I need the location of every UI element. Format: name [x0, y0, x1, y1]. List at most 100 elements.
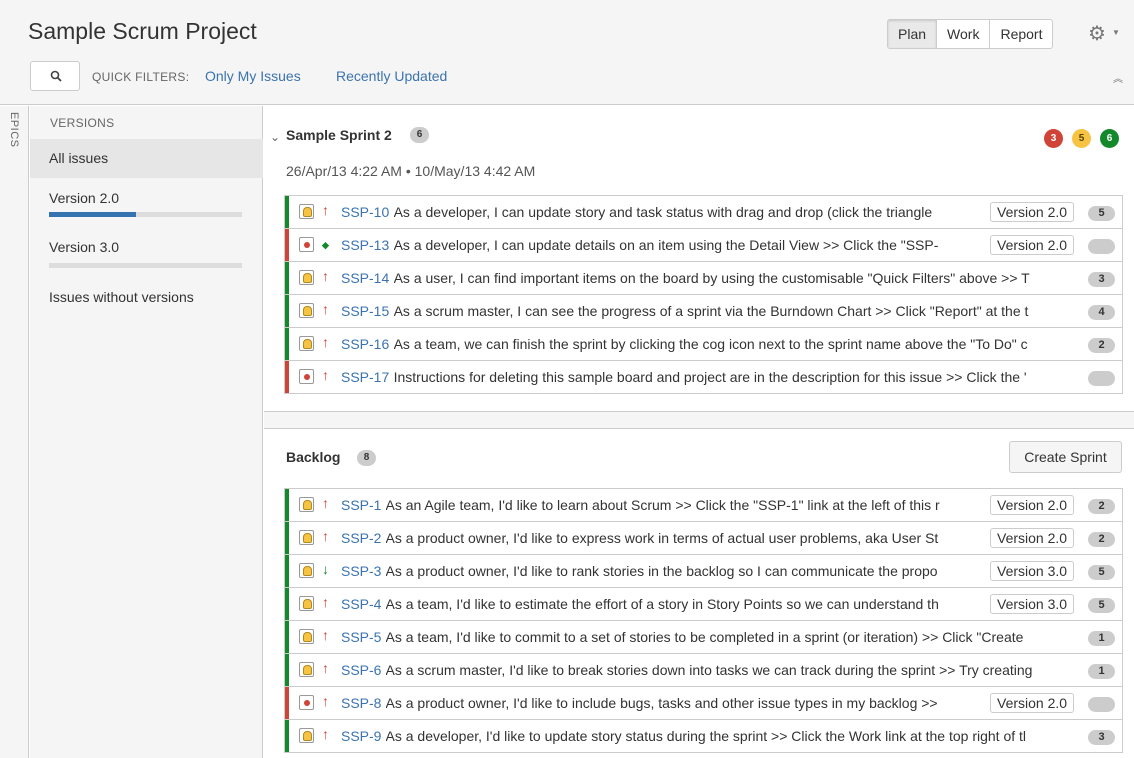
filter-recently-updated[interactable]: Recently Updated — [336, 68, 447, 84]
story-points-badge: 1 — [1088, 664, 1115, 679]
issue-summary: As a developer, I'd like to update story… — [385, 728, 1027, 744]
priority-major-icon: ↑ — [322, 627, 329, 643]
report-mode-button[interactable]: Report — [989, 20, 1052, 48]
story-icon — [299, 303, 314, 318]
issue-key-link[interactable]: SSP-1 — [341, 497, 381, 513]
epics-label[interactable]: EPICS — [8, 112, 20, 148]
bug-icon — [299, 695, 314, 710]
story-icon — [299, 336, 314, 351]
issue-summary: As a developer, I can update details on … — [393, 237, 939, 253]
version-tag: Version 2.0 — [990, 202, 1075, 222]
issue-key-link[interactable]: SSP-13 — [341, 237, 389, 253]
drag-handle[interactable] — [285, 262, 289, 294]
version-item-all-issues[interactable]: All issues — [30, 139, 263, 178]
story-points-badge — [1088, 239, 1115, 254]
issue-row[interactable]: ↑ SSP-8 As a product owner, I'd like to in… — [285, 687, 1122, 720]
drag-handle[interactable] — [285, 555, 289, 587]
issue-row[interactable]: ◆ SSP-13 As a developer, I can update deta… — [285, 229, 1122, 262]
priority-major-icon: ↑ — [322, 202, 329, 218]
chevron-down-icon[interactable]: ▼ — [1112, 28, 1120, 37]
story-icon — [299, 629, 314, 644]
gear-icon[interactable]: ⚙ — [1088, 21, 1106, 46]
issue-key-link[interactable]: SSP-6 — [341, 662, 381, 678]
story-icon — [299, 596, 314, 611]
issue-row[interactable]: ↑ SSP-10 As a developer, I can update stor… — [285, 196, 1122, 229]
version-item-3-0[interactable]: Version 3.0 — [30, 226, 263, 274]
issue-row[interactable]: ↑ SSP-17 Instructions for deleting this sa… — [285, 361, 1122, 394]
issue-key-link[interactable]: SSP-15 — [341, 303, 389, 319]
issue-row[interactable]: ↑ SSP-2 As a product owner, I'd like to ex… — [285, 522, 1122, 555]
issue-key-link[interactable]: SSP-8 — [341, 695, 381, 711]
story-points-badge: 3 — [1088, 272, 1115, 287]
issue-summary: As a team, we can finish the sprint by c… — [393, 336, 1028, 352]
drag-handle[interactable] — [285, 720, 289, 752]
issue-row[interactable]: ↑ SSP-5 As a team, I'd like to commit to a… — [285, 621, 1122, 654]
backlog-issue-list: ↑ SSP-1 As an Agile team, I'd like to lear… — [284, 488, 1123, 753]
issue-key-link[interactable]: SSP-5 — [341, 629, 381, 645]
issue-row[interactable]: ↓ SSP-3 As a product owner, I'd like to ra… — [285, 555, 1122, 588]
drag-handle[interactable] — [285, 522, 289, 554]
story-points-badge — [1088, 371, 1115, 386]
epics-panel-toggle[interactable] — [0, 106, 29, 758]
drag-handle[interactable] — [285, 229, 289, 261]
priority-major-icon: ↑ — [322, 301, 329, 317]
issue-key-link[interactable]: SSP-16 — [341, 336, 389, 352]
issue-row[interactable]: ↑ SSP-14 As a user, I can find important i… — [285, 262, 1122, 295]
drag-handle[interactable] — [285, 687, 289, 719]
drag-handle[interactable] — [285, 196, 289, 228]
chevron-down-icon[interactable]: ⌄ — [270, 130, 280, 144]
version-item-2-0[interactable]: Version 2.0 — [30, 178, 263, 226]
issue-key-link[interactable]: SSP-4 — [341, 596, 381, 612]
drag-handle[interactable] — [285, 361, 289, 393]
priority-major-icon: ↑ — [322, 660, 329, 676]
story-icon — [299, 270, 314, 285]
story-points-badge: 4 — [1088, 305, 1115, 320]
plan-mode-button[interactable]: Plan — [888, 20, 937, 48]
issue-summary: As a team, I'd like to estimate the effo… — [385, 596, 939, 612]
story-icon — [299, 204, 314, 219]
issue-key-link[interactable]: SSP-17 — [341, 369, 389, 385]
search-button[interactable] — [30, 61, 80, 91]
collapse-header-icon[interactable]: ︽ — [1113, 70, 1123, 85]
search-icon — [50, 70, 62, 82]
filter-only-my-issues[interactable]: Only My Issues — [205, 68, 301, 84]
issue-row[interactable]: ↑ SSP-15 As a scrum master, I can see the … — [285, 295, 1122, 328]
issue-row[interactable]: ↑ SSP-16 As a team, we can finish the spri… — [285, 328, 1122, 361]
story-icon — [299, 497, 314, 512]
story-icon — [299, 662, 314, 677]
version-item-label: Version 3.0 — [49, 239, 120, 255]
sprint-issue-count: 6 — [410, 127, 429, 143]
issue-summary: As a product owner, I'd like to include … — [385, 695, 938, 711]
issue-row[interactable]: ↑ SSP-1 As an Agile team, I'd like to lear… — [285, 489, 1122, 522]
issue-row[interactable]: ↑ SSP-9 As a developer, I'd like to update… — [285, 720, 1122, 753]
version-progress-bar — [49, 212, 242, 217]
issue-row[interactable]: ↑ SSP-6 As a scrum master, I'd like to bre… — [285, 654, 1122, 687]
work-mode-button[interactable]: Work — [936, 20, 989, 48]
issue-key-link[interactable]: SSP-3 — [341, 563, 381, 579]
story-points-badge — [1088, 697, 1115, 712]
sprint-dates: 26/Apr/13 4:22 AM • 10/May/13 4:42 AM — [286, 163, 536, 179]
issue-key-link[interactable]: SSP-9 — [341, 728, 381, 744]
issue-key-link[interactable]: SSP-14 — [341, 270, 389, 286]
drag-handle[interactable] — [285, 621, 289, 653]
quick-filters-label: QUICK FILTERS: — [92, 70, 190, 84]
create-sprint-button[interactable]: Create Sprint — [1009, 441, 1122, 473]
version-progress-fill — [49, 212, 136, 217]
story-points-badge: 5 — [1088, 206, 1115, 221]
version-item-no-version[interactable]: Issues without versions — [30, 276, 263, 316]
drag-handle[interactable] — [285, 654, 289, 686]
priority-major-icon: ↑ — [322, 268, 329, 284]
issue-row[interactable]: ↑ SSP-4 As a team, I'd like to estimate th… — [285, 588, 1122, 621]
version-tag: Version 2.0 — [990, 693, 1075, 713]
drag-handle[interactable] — [285, 489, 289, 521]
backlog-title: Backlog — [286, 449, 341, 465]
drag-handle[interactable] — [285, 588, 289, 620]
drag-handle[interactable] — [285, 295, 289, 327]
todo-count-badge: 3 — [1044, 129, 1063, 148]
issue-key-link[interactable]: SSP-2 — [341, 530, 381, 546]
issue-key-link[interactable]: SSP-10 — [341, 204, 389, 220]
story-points-badge: 1 — [1088, 631, 1115, 646]
priority-trivial-icon: ↓ — [322, 561, 329, 577]
backlog-issue-count: 8 — [357, 450, 376, 466]
drag-handle[interactable] — [285, 328, 289, 360]
